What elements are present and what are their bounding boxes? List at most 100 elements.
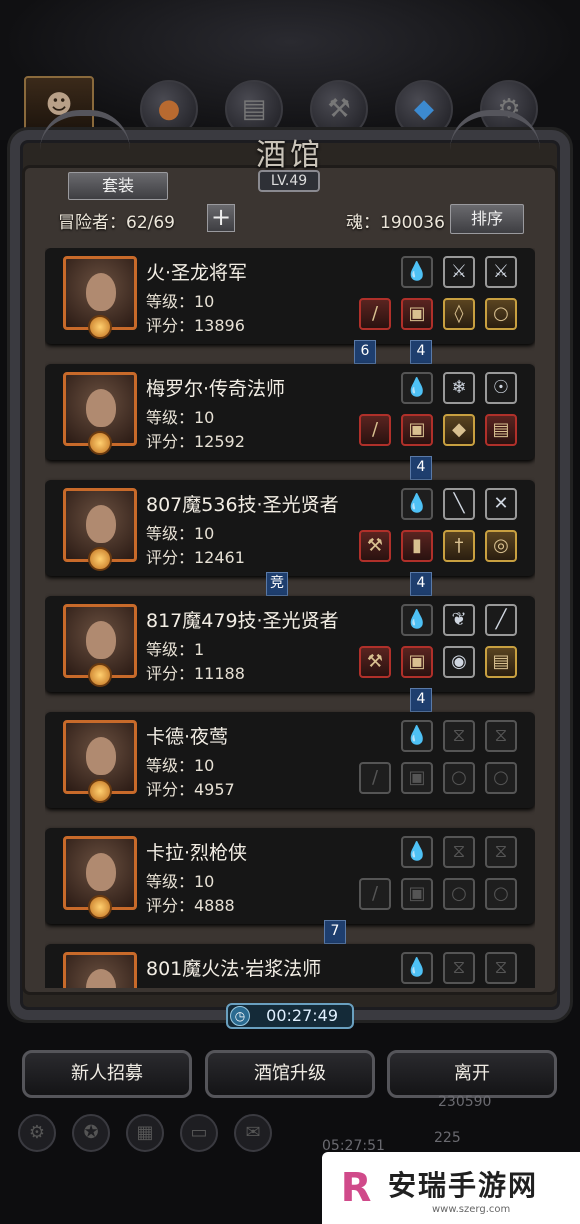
crystal-icon: ◆ bbox=[414, 94, 434, 124]
weapon-slot[interactable]: / bbox=[359, 414, 391, 446]
upgrade-tavern-button[interactable]: 酒馆升级 bbox=[205, 1050, 375, 1098]
skill-slot[interactable]: ⚔ bbox=[485, 256, 517, 288]
ring-slot[interactable]: ▤ bbox=[485, 646, 517, 678]
hero-score: 评分：12592 bbox=[146, 432, 245, 451]
accessory-slot-empty[interactable]: ○ bbox=[443, 878, 475, 910]
hero-card[interactable]: 卡德·夜莺 等级：10 评分：4957 💧 ⧖ ⧖ / ▣ ○ ○ bbox=[45, 712, 535, 808]
flame-icon: 💧 bbox=[405, 377, 429, 398]
rank-emblem-icon bbox=[88, 779, 112, 803]
skill-slot-empty[interactable]: ⧖ bbox=[443, 836, 475, 868]
hero-name: 卡德·夜莺 bbox=[146, 726, 229, 748]
ring-outline-icon: ○ bbox=[493, 767, 509, 788]
hero-card[interactable]: 火·圣龙将军 等级：10 评分：13896 💧 ⚔ ⚔ / ▣ ◊ ○ bbox=[45, 248, 535, 344]
armor-slot-empty[interactable]: ▣ bbox=[401, 762, 433, 794]
armor-slot[interactable]: ▣ bbox=[401, 298, 433, 330]
hero-face bbox=[86, 737, 116, 775]
skill-slot[interactable]: ☉ bbox=[485, 372, 517, 404]
rank-emblem-icon bbox=[88, 663, 112, 687]
soul-slot[interactable]: 💧 bbox=[401, 372, 433, 404]
hero-name: 梅罗尔·传奇法师 bbox=[146, 378, 286, 400]
hero-level: 等级：1 bbox=[146, 640, 205, 659]
suit-button[interactable]: 套装 bbox=[68, 172, 168, 200]
hero-card[interactable]: 梅罗尔·传奇法师 等级：10 评分：12592 💧 ❄ ☉ / ▣ ◆ ▤ bbox=[45, 364, 535, 460]
recruit-button[interactable]: 新人招募 bbox=[22, 1050, 192, 1098]
ring-slot[interactable]: ▤ bbox=[485, 414, 517, 446]
armor-slot[interactable]: ▣ bbox=[401, 646, 433, 678]
hero-score: 评分：4888 bbox=[146, 896, 235, 915]
sort-button[interactable]: 排序 bbox=[450, 204, 524, 234]
rank-emblem-icon bbox=[88, 895, 112, 919]
armor-slot[interactable]: ▣ bbox=[401, 414, 433, 446]
skill-slot-empty[interactable]: ⧖ bbox=[485, 952, 517, 984]
skill-slot-empty[interactable]: ⧖ bbox=[485, 836, 517, 868]
accessory-slot[interactable]: ◉ bbox=[443, 646, 475, 678]
weapon-slot[interactable]: ⚒ bbox=[359, 646, 391, 678]
rank-emblem-icon bbox=[88, 431, 112, 455]
skill-slot[interactable]: ╲ bbox=[443, 488, 475, 520]
locked-icon: ⧖ bbox=[452, 957, 466, 978]
soul-slot[interactable]: 💧 bbox=[401, 256, 433, 288]
skill-slot[interactable]: ⚔ bbox=[443, 256, 475, 288]
slash-icon: ╱ bbox=[495, 609, 507, 630]
soul-slot[interactable]: 💧 bbox=[401, 488, 433, 520]
slash-icon: ╲ bbox=[453, 493, 465, 514]
accessory-slot[interactable]: ◊ bbox=[443, 298, 475, 330]
hero-face bbox=[86, 621, 116, 659]
menu-icon: ✪ bbox=[72, 1114, 110, 1152]
soul-slot[interactable]: 💧 bbox=[401, 720, 433, 752]
skill-slot[interactable]: ╱ bbox=[485, 604, 517, 636]
add-adventurer-slot-button[interactable]: + bbox=[207, 204, 235, 232]
bracelet-icon: ◎ bbox=[493, 535, 509, 556]
orb-icon: ● bbox=[157, 94, 181, 124]
arena-tag: 竞 bbox=[266, 572, 288, 596]
robe-icon: ▣ bbox=[408, 419, 426, 440]
gold-amount: 230590 bbox=[438, 1094, 492, 1110]
accessory-slot[interactable]: ◆ bbox=[443, 414, 475, 446]
skill-slot[interactable]: ❄ bbox=[443, 372, 475, 404]
hero-list[interactable]: 火·圣龙将军 等级：10 评分：13896 💧 ⚔ ⚔ / ▣ ◊ ○ 6 4 … bbox=[45, 248, 535, 988]
ring-slot[interactable]: ○ bbox=[485, 298, 517, 330]
rank-emblem-icon bbox=[88, 315, 112, 339]
skill-slot-empty[interactable]: ⧖ bbox=[443, 720, 475, 752]
watermark: R 安瑞手游网 www.szerg.com bbox=[322, 1152, 580, 1224]
watermark-url: www.szerg.com bbox=[432, 1204, 511, 1215]
weapon-slot[interactable]: / bbox=[359, 298, 391, 330]
amulet-icon: ◉ bbox=[451, 651, 467, 672]
armor-icon: ▣ bbox=[408, 651, 426, 672]
skill-slot-empty[interactable]: ⧖ bbox=[443, 952, 475, 984]
weapon-slot-empty[interactable]: / bbox=[359, 762, 391, 794]
armor-slot-empty[interactable]: ▣ bbox=[401, 878, 433, 910]
soul-slot[interactable]: 💧 bbox=[401, 604, 433, 636]
gem-amount: 225 bbox=[434, 1130, 461, 1146]
weapon-slot[interactable]: ⚒ bbox=[359, 530, 391, 562]
ring-slot-empty[interactable]: ○ bbox=[485, 762, 517, 794]
hero-level: 等级：10 bbox=[146, 872, 215, 891]
skill-slot-empty[interactable]: ⧖ bbox=[485, 720, 517, 752]
locked-icon: ⧖ bbox=[494, 725, 508, 746]
hero-face bbox=[86, 853, 116, 891]
ring-outline-icon: ○ bbox=[451, 767, 467, 788]
hero-card[interactable]: 801魔火法·岩浆法师 💧 ⧖ ⧖ bbox=[45, 944, 535, 988]
weapon-outline-icon: / bbox=[371, 767, 379, 788]
leave-button[interactable]: 离开 bbox=[387, 1050, 557, 1098]
soul-slot[interactable]: 💧 bbox=[401, 836, 433, 868]
hero-card[interactable]: 卡拉·烈枪侠 等级：10 评分：4888 💧 ⧖ ⧖ / ▣ ○ ○ bbox=[45, 828, 535, 924]
weapon-outline-icon: / bbox=[371, 883, 379, 904]
flame-icon: 💧 bbox=[405, 609, 429, 630]
hero-face bbox=[86, 389, 116, 427]
armor-slot[interactable]: ▮ bbox=[401, 530, 433, 562]
soul-slot[interactable]: 💧 bbox=[401, 952, 433, 984]
hero-card[interactable]: 817魔479技·圣光贤者 等级：1 评分：11188 💧 ❦ ╱ ⚒ ▣ ◉ … bbox=[45, 596, 535, 692]
ring-slot-empty[interactable]: ○ bbox=[485, 878, 517, 910]
ring-slot[interactable]: ◎ bbox=[485, 530, 517, 562]
accessory-slot[interactable]: † bbox=[443, 530, 475, 562]
link-tag: 4 bbox=[410, 572, 432, 596]
skill-slot[interactable]: ❦ bbox=[443, 604, 475, 636]
accessory-slot-empty[interactable]: ○ bbox=[443, 762, 475, 794]
staff-icon: / bbox=[371, 419, 379, 440]
link-tag: 4 bbox=[410, 340, 432, 364]
locked-icon: ⧖ bbox=[494, 957, 508, 978]
skill-slot[interactable]: ✕ bbox=[485, 488, 517, 520]
weapon-slot-empty[interactable]: / bbox=[359, 878, 391, 910]
hero-card[interactable]: 807魔536技·圣光贤者 等级：10 评分：12461 💧 ╲ ✕ ⚒ ▮ †… bbox=[45, 480, 535, 576]
